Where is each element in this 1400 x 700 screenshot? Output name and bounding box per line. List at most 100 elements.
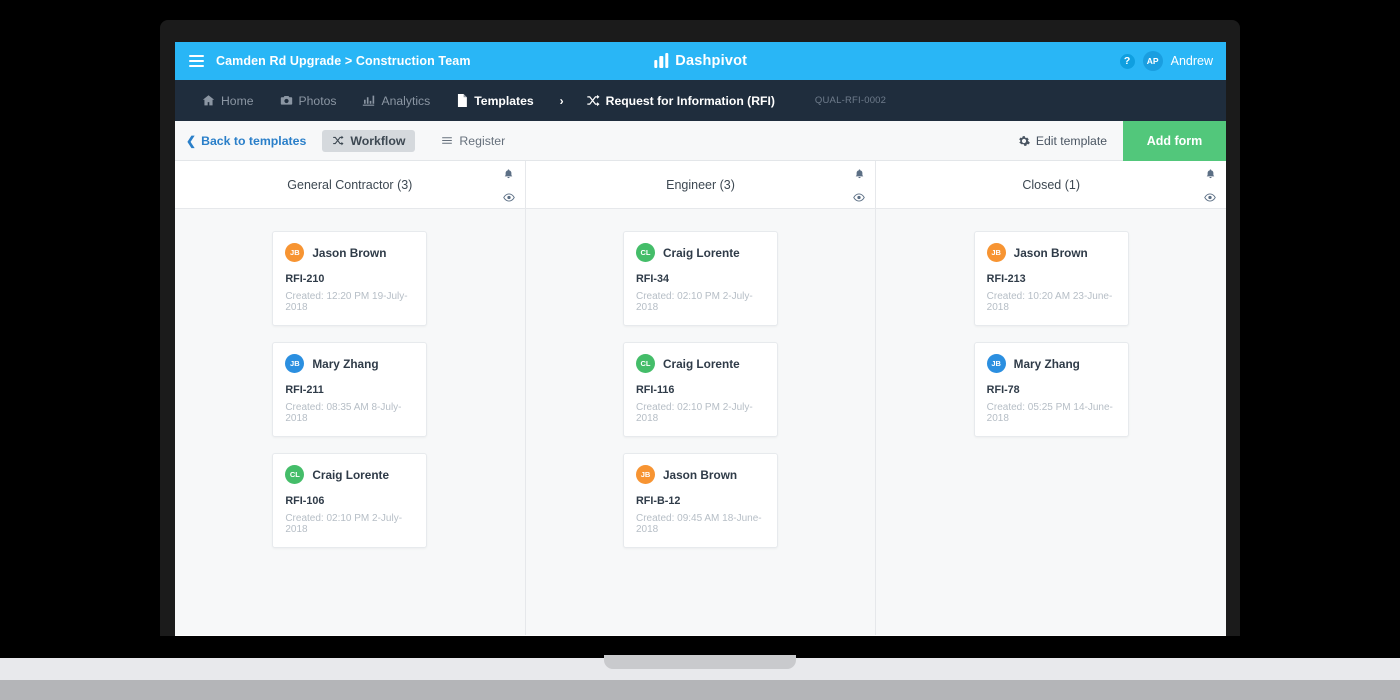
nav-item-templates[interactable]: Templates — [456, 94, 534, 108]
card-created-date: Created: 12:20 PM 19-July-2018 — [285, 291, 408, 313]
app-screen: Camden Rd Upgrade > Construction Team Da… — [175, 42, 1226, 636]
avatar: JB — [986, 354, 1006, 373]
card-created-date: Created: 10:20 AM 23-June-2018 — [986, 291, 1113, 313]
card-created-date: Created: 02:10 PM 2-July-2018 — [285, 513, 403, 535]
card-id: RFI-210 — [285, 273, 325, 285]
tab-register[interactable]: Register — [431, 130, 515, 152]
nav-item-current-template[interactable]: Request for Information (RFI) — [586, 94, 775, 108]
gear-icon — [1018, 135, 1030, 147]
template-toolbar: ❮ Back to templates Workflow Register Ed… — [175, 121, 1226, 161]
tab-workflow[interactable]: Workflow — [322, 129, 416, 152]
nav-label-analytics: Analytics — [381, 93, 431, 108]
column-title: General Contractor (3) — [287, 177, 413, 192]
avatar: CL — [636, 354, 655, 373]
card-id: RFI-213 — [986, 273, 1026, 285]
card-user-name: Craig Lorente — [312, 467, 390, 482]
nav-item-analytics[interactable]: Analytics — [362, 94, 430, 108]
tab-workflow-label: Workflow — [350, 133, 406, 148]
bell-icon[interactable] — [854, 167, 865, 185]
nav-item-photos[interactable]: Photos — [280, 93, 337, 108]
header-right-group: ? AP Andrew — [1119, 51, 1213, 71]
card-user-name: Jason Brown — [312, 245, 387, 260]
chevron-right-icon: › — [559, 93, 564, 108]
card-created-date: Created: 02:10 PM 2-July-2018 — [636, 402, 753, 424]
list-item[interactable]: CL Craig Lorente RFI-34 Created: 02:10 P… — [623, 231, 778, 326]
camera-icon — [280, 94, 293, 107]
back-to-templates-button[interactable]: ❮ Back to templates — [186, 134, 306, 148]
column-header: Engineer (3) — [525, 161, 876, 209]
avatar: CL — [285, 465, 305, 484]
card-id: RFI-106 — [285, 495, 325, 507]
list-item[interactable]: JB Mary Zhang RFI-78 Created: 05:25 PM 1… — [973, 342, 1129, 437]
shuffle-icon — [332, 135, 344, 146]
card-header: JB Mary Zhang — [285, 354, 414, 373]
edit-template-button[interactable]: Edit template — [1002, 121, 1123, 161]
card-created-date: Created: 02:10 PM 2-July-2018 — [636, 291, 753, 313]
column-header: Closed (1) — [876, 161, 1226, 209]
card-user-name: Mary Zhang — [1013, 356, 1080, 371]
eye-icon[interactable] — [853, 189, 866, 207]
edit-template-label: Edit template — [1035, 134, 1107, 148]
card-created-date: Created: 08:35 AM 8-July-2018 — [285, 402, 402, 424]
hamburger-icon[interactable] — [189, 55, 204, 67]
column-cards: JB Jason Brown RFI-213 Created: 10:20 AM… — [876, 209, 1226, 437]
column-header-icons — [1204, 167, 1216, 207]
list-item[interactable]: JB Mary Zhang RFI-211 Created: 08:35 AM … — [272, 342, 428, 437]
eye-icon[interactable] — [502, 189, 515, 207]
nav-label-photos: Photos — [298, 93, 337, 108]
list-icon — [441, 135, 453, 146]
laptop-deck — [0, 680, 1400, 700]
nav-label-current-template: Request for Information (RFI) — [605, 93, 775, 108]
eye-icon[interactable] — [1204, 189, 1216, 207]
card-id: RFI-211 — [285, 384, 324, 396]
app-logo: Dashpivot — [653, 53, 747, 69]
list-item[interactable]: CL Craig Lorente RFI-116 Created: 02:10 … — [623, 342, 778, 437]
laptop-trackpad-notch — [604, 655, 796, 669]
list-item[interactable]: JB Jason Brown RFI-B-12 Created: 09:45 A… — [623, 453, 778, 548]
card-user-name: Craig Lorente — [663, 356, 740, 371]
avatar: JB — [285, 354, 305, 373]
card-id: RFI-34 — [636, 273, 669, 285]
help-icon[interactable]: ? — [1119, 53, 1135, 69]
card-header: CL Craig Lorente — [636, 243, 765, 262]
card-user-name: Jason Brown — [663, 467, 738, 482]
column-header-icons — [502, 167, 515, 207]
dashpivot-bars-icon — [653, 53, 669, 68]
list-item[interactable]: JB Jason Brown RFI-210 Created: 12:20 PM… — [272, 231, 428, 326]
nav-label-home: Home — [221, 93, 254, 108]
main-navigation: Home Photos Analytics Templates › Reques… — [175, 80, 1226, 121]
add-form-button[interactable]: Add form — [1123, 121, 1226, 161]
bell-icon[interactable] — [503, 167, 514, 185]
card-header: JB Jason Brown — [636, 465, 765, 484]
avatar: JB — [986, 243, 1006, 262]
column-cards: JB Jason Brown RFI-210 Created: 12:20 PM… — [175, 209, 525, 548]
bell-icon[interactable] — [1205, 167, 1216, 185]
home-icon — [202, 94, 215, 107]
nav-item-home[interactable]: Home — [202, 94, 254, 108]
avatar: CL — [636, 243, 655, 262]
avatar: JB — [636, 465, 655, 484]
back-to-templates-label: Back to templates — [201, 133, 307, 148]
card-header: CL Craig Lorente — [636, 354, 765, 373]
breadcrumb: Camden Rd Upgrade > Construction Team — [216, 54, 471, 68]
list-item[interactable]: JB Jason Brown RFI-213 Created: 10:20 AM… — [973, 231, 1129, 326]
column-title: Closed (1) — [1022, 177, 1081, 192]
column-cards: CL Craig Lorente RFI-34 Created: 02:10 P… — [526, 209, 876, 548]
card-created-date: Created: 09:45 AM 18-June-2018 — [636, 513, 762, 535]
card-created-date: Created: 05:25 PM 14-June-2018 — [986, 402, 1113, 424]
list-item[interactable]: CL Craig Lorente RFI-106 Created: 02:10 … — [272, 453, 428, 548]
user-name[interactable]: Andrew — [1171, 54, 1213, 68]
toolbar-actions: Edit template Add form — [1002, 121, 1226, 161]
card-user-name: Craig Lorente — [663, 245, 740, 260]
chart-icon — [362, 94, 375, 107]
card-id: RFI-78 — [986, 384, 1020, 396]
card-user-name: Mary Zhang — [312, 356, 379, 371]
avatar[interactable]: AP — [1142, 51, 1163, 71]
avatar: JB — [285, 243, 305, 262]
workflow-column-general-contractor: General Contractor (3) JB Jason Brown RF… — [175, 161, 526, 635]
card-header: JB Jason Brown — [285, 243, 414, 262]
card-id: RFI-116 — [636, 384, 675, 396]
workflow-column-engineer: Engineer (3) CL Craig Lorente RFI-34 Cre… — [525, 161, 877, 635]
card-header: JB Jason Brown — [986, 243, 1116, 262]
card-id: RFI-B-12 — [636, 495, 681, 507]
